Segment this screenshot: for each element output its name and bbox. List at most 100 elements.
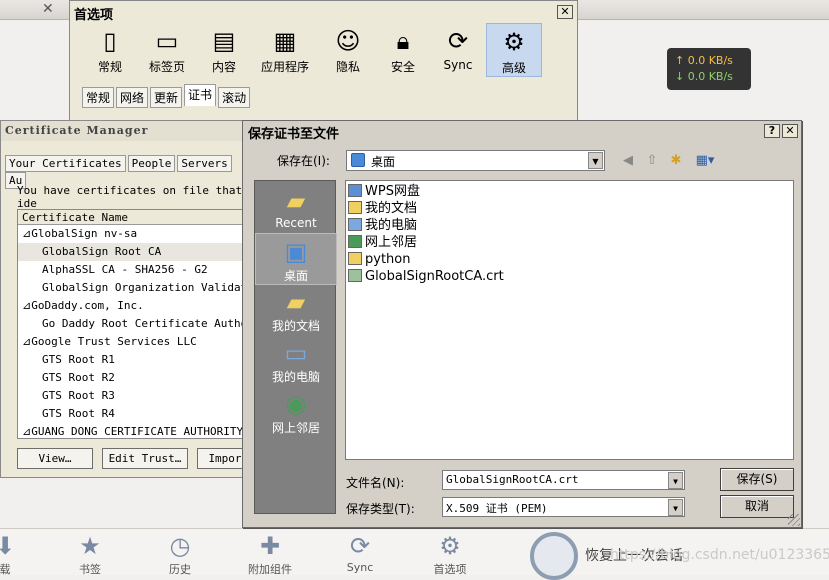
places-bar: ▰ Recent ▣ 桌面 ▰ 我的文档 ▭ 我的电脑 ◉ 网上邻居 [254,180,337,514]
mask-icon: ☺ [335,27,361,55]
view-menu-icon[interactable]: ▦▾ [691,152,719,170]
certificate-row[interactable]: GTS Root R3 [18,387,246,405]
place-desktop[interactable]: ▣ 桌面 [255,233,337,285]
filename-label: 文件名(N): [346,476,405,490]
close-tab-icon[interactable]: ✕ [42,1,54,17]
certificate-row[interactable]: GlobalSign Organization Validation [18,279,246,297]
edit-trust-button[interactable]: Edit Trust… [102,448,188,469]
save-in-value: 桌面 [371,155,396,169]
pref-pane-sync[interactable]: ⟳ Sync [430,23,486,77]
desktop-icon [351,153,365,167]
pref-pane-security[interactable]: 🔒︎ 安全 [375,23,431,77]
chevron-down-icon[interactable]: ▼ [668,472,683,489]
switch-icon: ▯ [103,27,117,55]
certificate-row[interactable]: GTS Root R1 [18,351,246,369]
chevron-down-icon[interactable]: ▼ [588,152,603,169]
file-item[interactable]: 网上邻居 [348,234,417,251]
pref-pane-advanced[interactable]: ⚙ 高级 [486,23,542,77]
folder-icon [348,252,362,265]
my-documents-icon [348,201,362,214]
bottom-item-preferences[interactable]: ⚙ 首选项 [415,531,485,577]
file-item[interactable]: 我的文档 [348,200,417,217]
place-network[interactable]: ◉ 网上邻居 [255,386,337,438]
clock-icon: ◷ [169,532,191,560]
save-in-select[interactable]: 桌面 ▼ [346,150,605,171]
preferences-close-button[interactable]: ✕ [557,5,573,19]
back-icon[interactable]: ◀ [619,152,637,170]
new-folder-icon[interactable]: ✱ [667,152,685,170]
file-item[interactable]: python [348,251,410,268]
tab-your-certificates[interactable]: Your Certificates [5,155,126,172]
certificate-row[interactable]: GTS Root R4 [18,405,246,423]
certificate-row[interactable]: GlobalSign Root CA [18,243,246,261]
bottom-item-sync[interactable]: ⟳ Sync [325,531,395,574]
file-item[interactable]: 我的电脑 [348,217,417,234]
file-name: 我的文档 [365,201,418,216]
pref-pane-content[interactable]: ▤ 内容 [196,23,252,77]
resize-grip[interactable] [788,514,800,526]
upload-speed: ↑ 0.0 KB/s [675,54,733,67]
certificate-row[interactable]: ⊿GlobalSign nv-sa [18,225,246,243]
tab-people[interactable]: People [127,155,176,172]
tab-certificates[interactable]: 证书 [184,84,217,106]
bottom-item-downloads[interactable]: ⬇ 载 [0,531,40,577]
my-computer-icon [348,218,362,231]
filetype-value: X.509 证书 (PEM) [446,502,548,515]
file-item[interactable]: GlobalSignRootCA.crt [348,268,504,285]
bottom-item-history[interactable]: ◷ 历史 [145,531,215,577]
close-button[interactable]: ✕ [782,124,798,138]
lock-icon: 🔒︎ [396,27,410,55]
help-button[interactable]: ? [764,124,780,138]
tab-scrolling[interactable]: 滚动 [218,87,251,108]
place-my-documents[interactable]: ▰ 我的文档 [255,284,337,336]
certificate-description: You have certificates on file that ide [17,184,243,210]
file-name: 网上邻居 [365,235,418,250]
tab-update[interactable]: 更新 [150,87,183,108]
preferences-title: 首选项 [70,1,577,23]
file-list[interactable]: WPS网盘 我的文档 我的电脑 网上邻居 python GlobalSignRootCA.… [345,180,794,460]
gear-icon: ⚙ [439,532,461,560]
certificate-row[interactable]: ⊿GoDaddy.com, Inc. [18,297,246,315]
cancel-button[interactable]: 取消 [720,495,794,518]
filetype-select[interactable]: X.509 证书 (PEM) ▼ [442,497,685,517]
file-name: GlobalSignRootCA.crt [365,269,504,284]
bottom-item-bookmarks[interactable]: ★ 书签 [55,531,125,577]
filetype-label: 保存类型(T): [346,502,415,516]
certificate-manager-title: Certificate Manager [1,121,249,141]
place-my-computer[interactable]: ▭ 我的电脑 [255,335,337,387]
certificate-row[interactable]: GTS Root R2 [18,369,246,387]
pref-pane-general[interactable]: ▯ 常规 [82,23,138,77]
network-places-icon [348,235,362,248]
filename-field[interactable]: GlobalSignRootCA.crt ▼ [442,470,685,490]
network-speed-widget: ↑ 0.0 KB/s ↓ 0.0 KB/s [667,48,751,90]
save-button[interactable]: 保存(S) [720,468,794,491]
tabs-icon: ▭ [155,27,179,55]
certificate-row[interactable]: Go Daddy Root Certificate Authorit [18,315,246,333]
chevron-down-icon[interactable]: ▼ [668,499,683,516]
my-documents-icon: ▰ [286,288,306,316]
pref-pane-tabs[interactable]: ▭ 标签页 [139,23,195,77]
bottom-item-addons[interactable]: ✚ 附加组件 [235,531,305,577]
certificate-file-icon [348,269,362,282]
certificate-row[interactable]: ⊿GUANG DONG CERTIFICATE AUTHORITY CO. [18,423,246,438]
restore-session-icon[interactable] [530,532,578,580]
save-dialog-title: 保存证书至文件 [243,121,801,142]
save-in-label: 保存在(I): [277,154,330,168]
view-button[interactable]: View… [17,448,93,469]
column-header-certificate-name[interactable]: Certificate Name [18,210,246,225]
certificate-row[interactable]: AlphaSSL CA - SHA256 - G2 [18,261,246,279]
certificate-row[interactable]: ⊿Google Trust Services LLC [18,333,246,351]
watermark: https://blog.csdn.net/u012336596 [610,547,829,563]
place-recent[interactable]: ▰ Recent [255,183,337,235]
tab-network[interactable]: 网络 [116,87,149,108]
pref-pane-privacy[interactable]: ☺ 隐私 [320,23,376,77]
file-item[interactable]: WPS网盘 [348,183,420,200]
tab-servers[interactable]: Servers [177,155,232,172]
tab-general[interactable]: 常规 [82,87,115,108]
certificate-manager-window: Certificate Manager Your Certificates Pe… [0,120,253,478]
sync-icon: ⟳ [349,532,371,560]
certificate-tree[interactable]: Certificate Name ⊿GlobalSign nv-sa Global… [17,209,247,439]
download-icon: ⬇ [0,532,16,560]
up-folder-icon[interactable]: ⇧ [643,152,661,170]
pref-pane-applications[interactable]: ▦ 应用程序 [253,23,317,77]
